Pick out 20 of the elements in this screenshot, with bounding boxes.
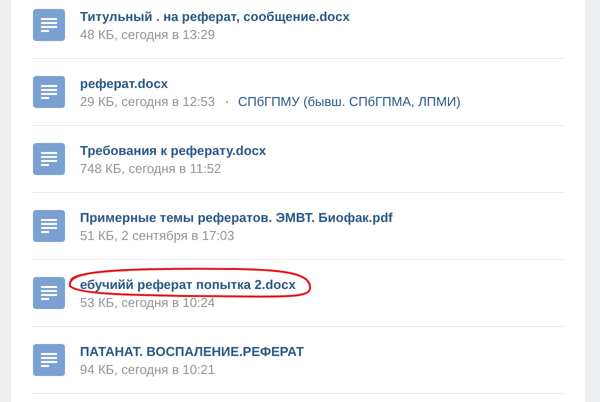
document-icon[interactable] <box>33 344 65 376</box>
document-info: 53 КБ, сегодня в 10:24 <box>80 295 215 311</box>
document-icon[interactable] <box>33 143 65 175</box>
document-icon[interactable] <box>33 210 65 242</box>
document-info: 51 КБ, 2 сентября в 17:03 <box>80 228 234 244</box>
document-title-link[interactable]: Титульный . на реферат, сообщение.docx <box>80 9 350 25</box>
separator-dot <box>226 101 228 103</box>
document-title-link[interactable]: Примерные темы рефератов. ЭМВТ. Биофак.pdf <box>80 210 393 226</box>
document-icon[interactable] <box>33 277 65 309</box>
document-title-link[interactable]: ебучийй реферат попытка 2.docx <box>80 277 296 293</box>
document-title-link[interactable]: Требования к реферату.docx <box>80 143 266 159</box>
document-icon[interactable] <box>33 9 65 41</box>
document-info: 94 КБ, сегодня в 10:21 <box>80 362 215 378</box>
document-icon[interactable] <box>33 76 65 108</box>
document-title-link[interactable]: ПАТАНАТ. ВОСПАЛЕНИЕ.РЕФЕРАТ <box>80 344 304 360</box>
document-title-link[interactable]: реферат.docx <box>80 76 168 92</box>
document-info: 48 КБ, сегодня в 13:29 <box>80 27 215 43</box>
document-info: 748 КБ, сегодня в 11:52 <box>80 161 222 177</box>
source-link[interactable]: СПбГПМУ (бывш. СПбГПМА, ЛПМИ) <box>238 94 461 110</box>
document-info: 29 КБ, сегодня в 12:53 <box>80 94 215 110</box>
